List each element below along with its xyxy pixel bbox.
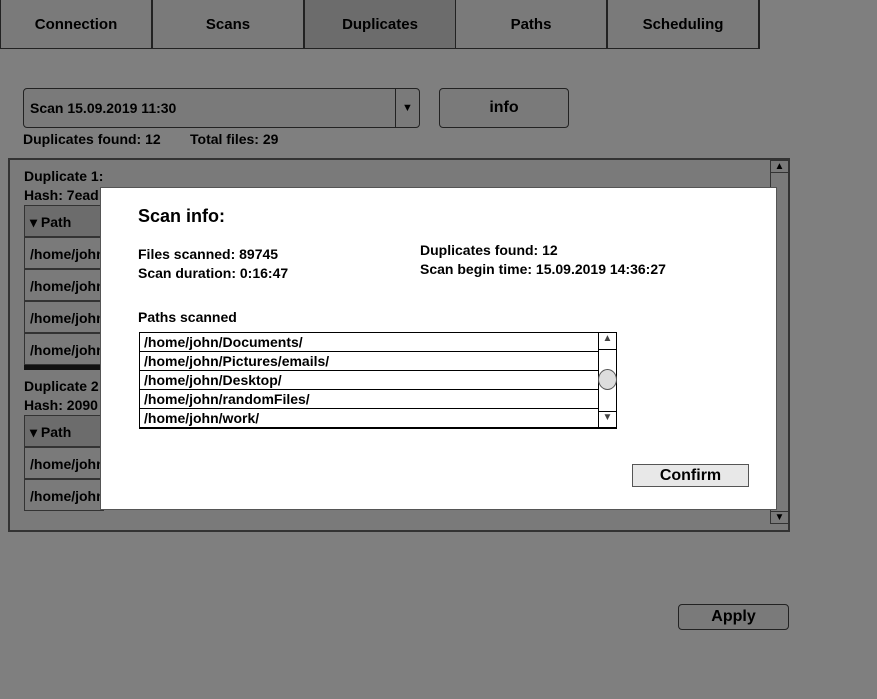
scroll-up-icon[interactable]: ▲ [599,333,616,350]
table-row[interactable]: /home/john [24,447,104,479]
group-hash: Hash: 7ead [24,187,99,203]
table-row[interactable]: /home/john [24,333,104,365]
list-item[interactable]: /home/john/Pictures/emails/ [140,352,598,371]
table-row[interactable]: /home/john [24,479,104,511]
scroll-down-icon[interactable]: ▼ [599,411,616,428]
tab-connection[interactable]: Connection [0,0,152,49]
table-row[interactable]: /home/john [24,301,104,333]
dialog-title: Scan info: [138,206,226,226]
duplicates-found: Duplicates found: 12 [420,242,558,258]
table-row[interactable]: /home/john [24,269,104,301]
list-item[interactable]: /home/john/work/ [140,409,598,428]
scan-info-dialog: Scan info: Files scanned: 89745 Scan dur… [100,187,777,510]
tab-paths[interactable]: Paths [455,0,607,49]
files-scanned: Files scanned: 89745 [138,246,279,262]
apply-button[interactable]: Apply [678,604,789,630]
path-column-header[interactable]: ▾ Path [24,415,104,447]
tab-scheduling[interactable]: Scheduling [607,0,759,49]
path-column-header[interactable]: ▾ Path [24,205,104,237]
group-divider [24,365,104,370]
group-hash: Hash: 2090 [24,397,98,413]
scan-select-value: Scan 15.09.2019 11:30 [30,100,177,116]
scroll-up-icon[interactable]: ▲ [771,161,788,173]
scan-begin-time: Scan begin time: 15.09.2019 14:36:27 [420,261,666,277]
paths-scrollbar[interactable]: ▲ ▼ [598,333,617,428]
paths-list: /home/john/Documents/ /home/john/Picture… [139,332,617,429]
table-row[interactable]: /home/john [24,237,104,269]
duplicates-count: Duplicates found: 12 [23,131,161,147]
list-item[interactable]: /home/john/Desktop/ [140,371,598,390]
group-title: Duplicate 2: [24,378,104,394]
tab-duplicates[interactable]: Duplicates [304,0,456,49]
scroll-down-icon[interactable]: ▼ [771,511,788,523]
confirm-button[interactable]: Confirm [632,464,749,487]
scan-select[interactable]: Scan 15.09.2019 11:30 ▼ [23,88,420,128]
paths-label: Paths scanned [138,309,237,325]
info-button[interactable]: info [439,88,569,128]
list-item[interactable]: /home/john/Documents/ [140,333,598,352]
group-title: Duplicate 1: [24,168,104,184]
chevron-down-icon[interactable]: ▼ [395,89,419,127]
scan-duration: Scan duration: 0:16:47 [138,265,289,281]
scroll-thumb[interactable] [598,369,617,390]
tab-scans[interactable]: Scans [152,0,304,49]
total-files: Total files: 29 [190,131,279,147]
list-item[interactable]: /home/john/randomFiles/ [140,390,598,409]
